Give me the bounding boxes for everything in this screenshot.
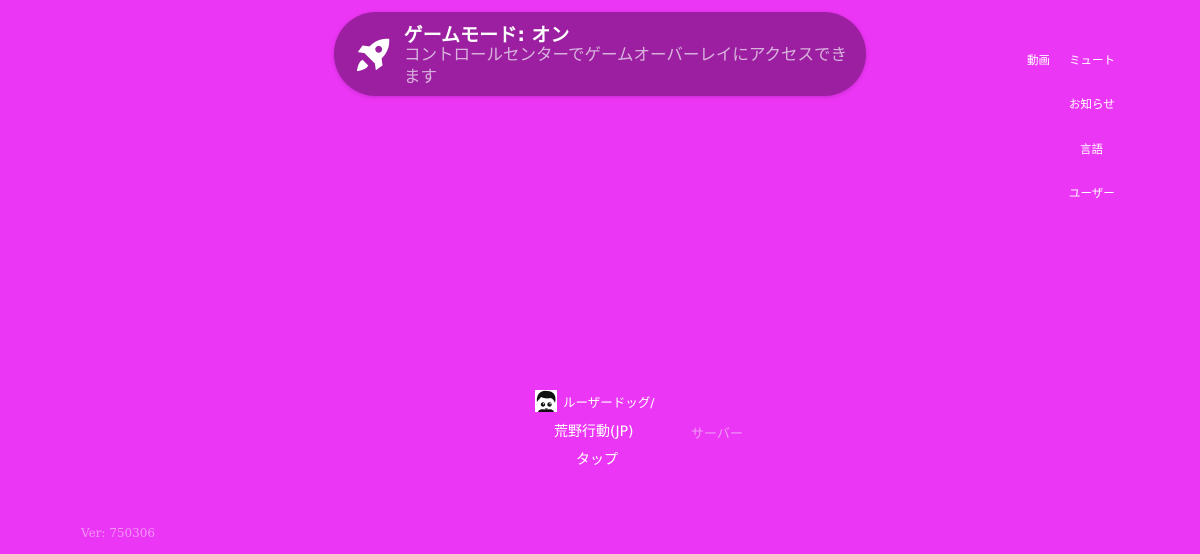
toast-body: コントロールセンターでゲームオーバーレイにアクセスできます bbox=[404, 45, 848, 86]
game-mode-toast[interactable]: ゲームモード: オン コントロールセンターでゲームオーバーレイにアクセスできます bbox=[334, 12, 866, 96]
notice-button[interactable]: お知らせ bbox=[1069, 96, 1115, 112]
toast-title: ゲームモード: オン bbox=[404, 24, 570, 46]
version-label: Ver: 750306 bbox=[81, 526, 156, 540]
mute-button[interactable]: ミュート bbox=[1069, 52, 1115, 68]
tap-to-start-button[interactable]: タップ bbox=[576, 449, 618, 469]
rocket-icon bbox=[356, 38, 390, 72]
video-button[interactable]: 動画 bbox=[1027, 52, 1050, 68]
player-name: ルーザードッグ/ bbox=[563, 394, 655, 410]
language-button[interactable]: 言語 bbox=[1080, 141, 1103, 157]
game-name-label[interactable]: 荒野行動(JP) bbox=[554, 421, 634, 441]
avatar bbox=[535, 390, 557, 412]
server-select-button[interactable]: サーバー bbox=[691, 423, 743, 442]
player-info[interactable]: ルーザードッグ/ bbox=[535, 390, 654, 412]
user-button[interactable]: ユーザー bbox=[1069, 185, 1115, 201]
